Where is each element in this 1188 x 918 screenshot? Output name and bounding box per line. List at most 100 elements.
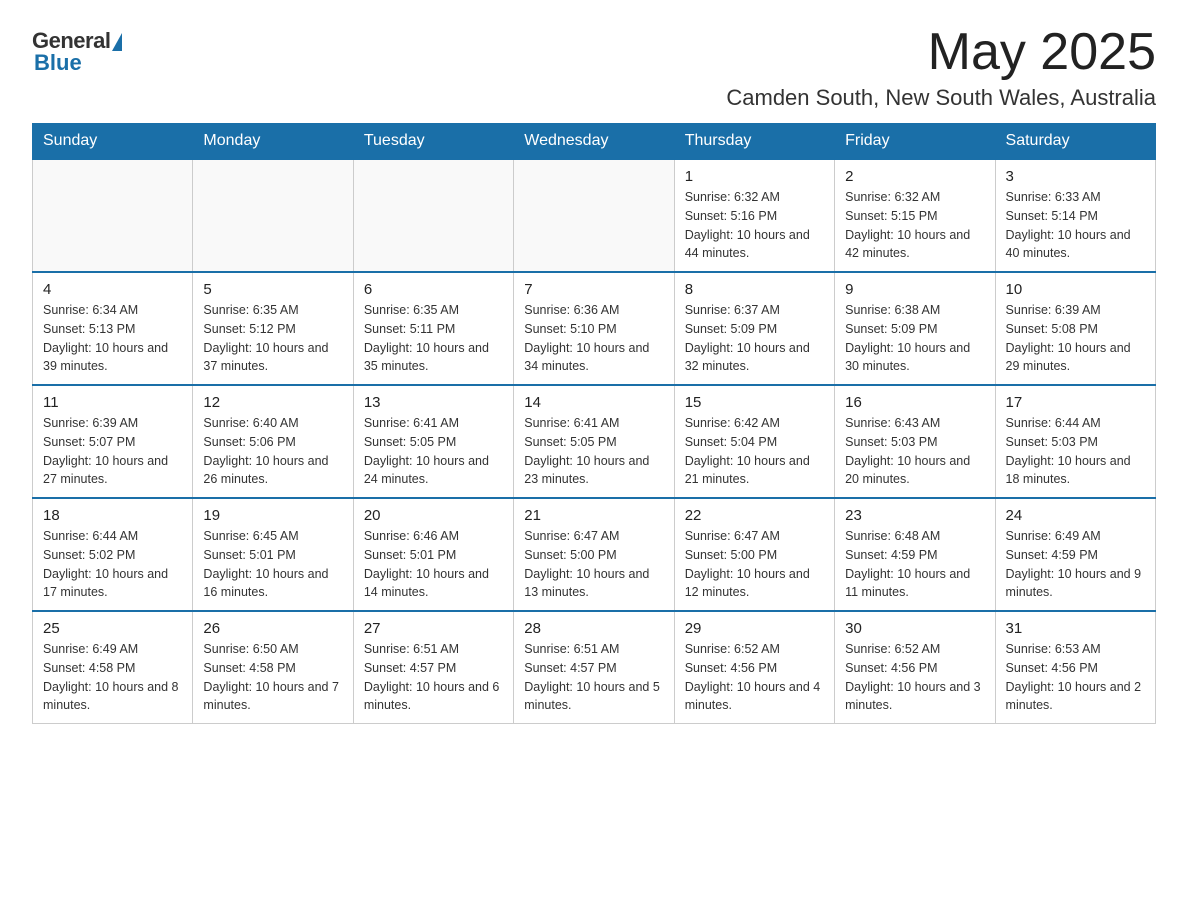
day-number: 16 <box>845 394 984 411</box>
day-info: Sunrise: 6:37 AMSunset: 5:09 PMDaylight:… <box>685 301 824 376</box>
day-number: 5 <box>203 281 342 298</box>
calendar-day-cell: 9Sunrise: 6:38 AMSunset: 5:09 PMDaylight… <box>835 272 995 385</box>
day-info: Sunrise: 6:40 AMSunset: 5:06 PMDaylight:… <box>203 414 342 489</box>
day-info: Sunrise: 6:49 AMSunset: 4:59 PMDaylight:… <box>1006 527 1145 602</box>
title-block: May 2025 Camden South, New South Wales, … <box>726 24 1156 111</box>
day-info: Sunrise: 6:51 AMSunset: 4:57 PMDaylight:… <box>524 640 663 715</box>
day-number: 19 <box>203 507 342 524</box>
day-number: 24 <box>1006 507 1145 524</box>
day-number: 4 <box>43 281 182 298</box>
day-number: 20 <box>364 507 503 524</box>
calendar-day-cell: 2 Sunrise: 6:32 AMSunset: 5:15 PMDaylight… <box>835 159 995 272</box>
calendar-day-cell <box>193 159 353 272</box>
calendar-day-cell: 27 Sunrise: 6:51 AMSunset: 4:57 PMDayligh… <box>353 611 513 724</box>
calendar-day-cell: 13 Sunrise: 6:41 AMSunset: 5:05 PMDayligh… <box>353 385 513 498</box>
day-info: Sunrise: 6:39 AMSunset: 5:07 PMDaylight:… <box>43 414 182 489</box>
day-info: Sunrise: 6:34 AMSunset: 5:13 PMDaylight:… <box>43 301 182 376</box>
day-number: 29 <box>685 620 824 637</box>
day-number: 14 <box>524 394 663 411</box>
day-info: Sunrise: 6:51 AMSunset: 4:57 PMDaylight:… <box>364 640 503 715</box>
calendar-day-cell: 12 Sunrise: 6:40 AMSunset: 5:06 PMDayligh… <box>193 385 353 498</box>
day-info: Sunrise: 6:47 AMSunset: 5:00 PMDaylight:… <box>524 527 663 602</box>
calendar-week-row: 11 Sunrise: 6:39 AMSunset: 5:07 PMDayligh… <box>33 385 1156 498</box>
day-info: Sunrise: 6:41 AMSunset: 5:05 PMDaylight:… <box>524 414 663 489</box>
calendar-header-monday: Monday <box>193 124 353 160</box>
day-info: Sunrise: 6:32 AMSunset: 5:15 PMDaylight:… <box>845 188 984 263</box>
day-info: Sunrise: 6:52 AMSunset: 4:56 PMDaylight:… <box>685 640 824 715</box>
day-info: Sunrise: 6:52 AMSunset: 4:56 PMDaylight:… <box>845 640 984 715</box>
month-title: May 2025 <box>726 24 1156 81</box>
calendar-day-cell: 1 Sunrise: 6:32 AMSunset: 5:16 PMDaylight… <box>674 159 834 272</box>
calendar-header-row: SundayMondayTuesdayWednesdayThursdayFrid… <box>33 124 1156 160</box>
day-info: Sunrise: 6:46 AMSunset: 5:01 PMDaylight:… <box>364 527 503 602</box>
day-info: Sunrise: 6:41 AMSunset: 5:05 PMDaylight:… <box>364 414 503 489</box>
calendar-day-cell: 14 Sunrise: 6:41 AMSunset: 5:05 PMDayligh… <box>514 385 674 498</box>
day-number: 3 <box>1006 168 1145 185</box>
day-info: Sunrise: 6:36 AMSunset: 5:10 PMDaylight:… <box>524 301 663 376</box>
day-info: Sunrise: 6:47 AMSunset: 5:00 PMDaylight:… <box>685 527 824 602</box>
calendar-day-cell: 7Sunrise: 6:36 AMSunset: 5:10 PMDaylight… <box>514 272 674 385</box>
calendar-day-cell: 11 Sunrise: 6:39 AMSunset: 5:07 PMDayligh… <box>33 385 193 498</box>
day-number: 10 <box>1006 281 1145 298</box>
calendar-header-tuesday: Tuesday <box>353 124 513 160</box>
day-info: Sunrise: 6:48 AMSunset: 4:59 PMDaylight:… <box>845 527 984 602</box>
calendar-day-cell: 23 Sunrise: 6:48 AMSunset: 4:59 PMDayligh… <box>835 498 995 611</box>
day-number: 12 <box>203 394 342 411</box>
logo: General Blue <box>32 24 122 76</box>
day-number: 30 <box>845 620 984 637</box>
calendar-day-cell: 17 Sunrise: 6:44 AMSunset: 5:03 PMDayligh… <box>995 385 1155 498</box>
calendar-day-cell: 31Sunrise: 6:53 AMSunset: 4:56 PMDayligh… <box>995 611 1155 724</box>
day-info: Sunrise: 6:53 AMSunset: 4:56 PMDaylight:… <box>1006 640 1145 715</box>
day-number: 1 <box>685 168 824 185</box>
calendar-day-cell: 10 Sunrise: 6:39 AMSunset: 5:08 PMDayligh… <box>995 272 1155 385</box>
day-number: 17 <box>1006 394 1145 411</box>
day-info: Sunrise: 6:44 AMSunset: 5:02 PMDaylight:… <box>43 527 182 602</box>
logo-triangle-icon <box>112 33 122 51</box>
calendar-day-cell: 3 Sunrise: 6:33 AMSunset: 5:14 PMDaylight… <box>995 159 1155 272</box>
day-number: 23 <box>845 507 984 524</box>
calendar-day-cell: 8Sunrise: 6:37 AMSunset: 5:09 PMDaylight… <box>674 272 834 385</box>
calendar-day-cell: 6Sunrise: 6:35 AMSunset: 5:11 PMDaylight… <box>353 272 513 385</box>
day-number: 2 <box>845 168 984 185</box>
day-info: Sunrise: 6:32 AMSunset: 5:16 PMDaylight:… <box>685 188 824 263</box>
calendar-header-wednesday: Wednesday <box>514 124 674 160</box>
day-info: Sunrise: 6:33 AMSunset: 5:14 PMDaylight:… <box>1006 188 1145 263</box>
day-number: 13 <box>364 394 503 411</box>
calendar-day-cell <box>514 159 674 272</box>
calendar-day-cell <box>353 159 513 272</box>
location-title: Camden South, New South Wales, Australia <box>726 85 1156 111</box>
calendar-week-row: 4 Sunrise: 6:34 AMSunset: 5:13 PMDaylight… <box>33 272 1156 385</box>
day-number: 15 <box>685 394 824 411</box>
calendar-day-cell: 5 Sunrise: 6:35 AMSunset: 5:12 PMDaylight… <box>193 272 353 385</box>
calendar-header-saturday: Saturday <box>995 124 1155 160</box>
calendar-day-cell: 29 Sunrise: 6:52 AMSunset: 4:56 PMDayligh… <box>674 611 834 724</box>
day-number: 28 <box>524 620 663 637</box>
calendar-day-cell: 22Sunrise: 6:47 AMSunset: 5:00 PMDayligh… <box>674 498 834 611</box>
logo-blue-text: Blue <box>34 50 82 76</box>
calendar-day-cell: 19Sunrise: 6:45 AMSunset: 5:01 PMDayligh… <box>193 498 353 611</box>
day-info: Sunrise: 6:39 AMSunset: 5:08 PMDaylight:… <box>1006 301 1145 376</box>
day-info: Sunrise: 6:44 AMSunset: 5:03 PMDaylight:… <box>1006 414 1145 489</box>
day-info: Sunrise: 6:35 AMSunset: 5:12 PMDaylight:… <box>203 301 342 376</box>
calendar-day-cell: 26Sunrise: 6:50 AMSunset: 4:58 PMDayligh… <box>193 611 353 724</box>
day-info: Sunrise: 6:35 AMSunset: 5:11 PMDaylight:… <box>364 301 503 376</box>
calendar-day-cell: 24 Sunrise: 6:49 AMSunset: 4:59 PMDayligh… <box>995 498 1155 611</box>
calendar-day-cell: 21Sunrise: 6:47 AMSunset: 5:00 PMDayligh… <box>514 498 674 611</box>
day-info: Sunrise: 6:50 AMSunset: 4:58 PMDaylight:… <box>203 640 342 715</box>
calendar-day-cell: 30 Sunrise: 6:52 AMSunset: 4:56 PMDayligh… <box>835 611 995 724</box>
calendar-week-row: 1 Sunrise: 6:32 AMSunset: 5:16 PMDaylight… <box>33 159 1156 272</box>
calendar-day-cell: 28 Sunrise: 6:51 AMSunset: 4:57 PMDayligh… <box>514 611 674 724</box>
calendar-day-cell: 18 Sunrise: 6:44 AMSunset: 5:02 PMDayligh… <box>33 498 193 611</box>
calendar-day-cell: 16Sunrise: 6:43 AMSunset: 5:03 PMDayligh… <box>835 385 995 498</box>
calendar-day-cell <box>33 159 193 272</box>
calendar-day-cell: 20 Sunrise: 6:46 AMSunset: 5:01 PMDayligh… <box>353 498 513 611</box>
calendar-day-cell: 15 Sunrise: 6:42 AMSunset: 5:04 PMDayligh… <box>674 385 834 498</box>
day-info: Sunrise: 6:42 AMSunset: 5:04 PMDaylight:… <box>685 414 824 489</box>
calendar-week-row: 18 Sunrise: 6:44 AMSunset: 5:02 PMDayligh… <box>33 498 1156 611</box>
day-number: 18 <box>43 507 182 524</box>
day-number: 11 <box>43 394 182 411</box>
calendar-day-cell: 4 Sunrise: 6:34 AMSunset: 5:13 PMDaylight… <box>33 272 193 385</box>
day-number: 27 <box>364 620 503 637</box>
day-info: Sunrise: 6:49 AMSunset: 4:58 PMDaylight:… <box>43 640 182 715</box>
calendar-week-row: 25Sunrise: 6:49 AMSunset: 4:58 PMDayligh… <box>33 611 1156 724</box>
